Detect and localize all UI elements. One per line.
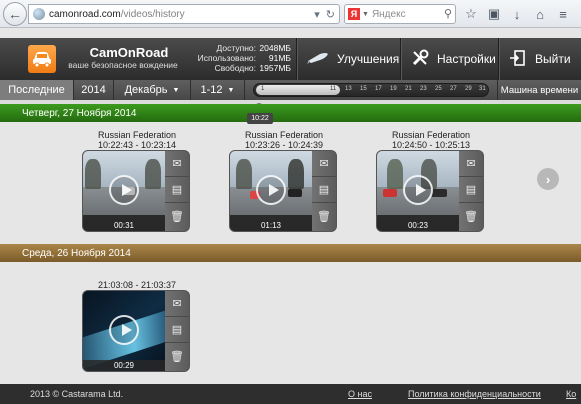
video-time-range: 10:22:43 - 10:23:14 <box>97 140 177 150</box>
video-thumbnail[interactable]: 00:31 <box>83 151 165 231</box>
address-bar[interactable]: camonroad.com/videos/history ▾ ↻ <box>28 4 340 24</box>
save-icon[interactable]: ▤ <box>459 177 483 203</box>
search-box[interactable]: Я ▼ Яндекс ⚲ <box>344 4 456 24</box>
email-icon[interactable]: ✉ <box>165 291 189 317</box>
browser-toolbar: ← camonroad.com/videos/history ▾ ↻ Я ▼ Я… <box>0 0 581 28</box>
play-icon[interactable] <box>109 315 139 345</box>
video-time-range: 10:24:50 - 10:25:13 <box>391 140 471 150</box>
save-icon[interactable]: ▤ <box>165 177 189 203</box>
yandex-icon: Я <box>348 8 360 20</box>
dropdown-icon[interactable]: ▾ <box>314 8 320 21</box>
trash-icon[interactable]: 🗑 <box>459 203 483 229</box>
car-logo-icon[interactable] <box>28 45 56 73</box>
reload-icon[interactable]: ↻ <box>326 8 335 21</box>
video-location: Russian Federation <box>391 130 471 140</box>
play-icon[interactable] <box>109 175 139 205</box>
globe-icon <box>33 8 45 20</box>
menu-icon[interactable]: ≡ <box>554 5 572 23</box>
day-slider-selection[interactable] <box>256 85 340 95</box>
tools-icon <box>411 49 429 70</box>
brand-name[interactable]: CamOnRoad <box>69 45 189 60</box>
video-thumbnail[interactable]: 00:23 <box>377 151 459 231</box>
door-exit-icon <box>509 49 527 70</box>
search-engine-dropdown-icon[interactable]: ▼ <box>362 11 369 18</box>
video-frame: 01:13 ✉ ▤ 🗑 <box>229 150 337 232</box>
brand-tagline: ваше безопасное вождение <box>68 60 178 70</box>
back-button[interactable]: ← <box>3 2 27 26</box>
play-icon[interactable] <box>403 175 433 205</box>
video-frame: 00:29 ✉ ▤ 🗑 <box>82 290 190 372</box>
footer: 2013 © Castarama Ltd. О нас Политика кон… <box>0 384 581 404</box>
url-text: camonroad.com/videos/history <box>49 8 185 20</box>
home-icon[interactable]: ⌂ <box>531 5 549 23</box>
day-slider[interactable]: 1 11 13 15 17 19 21 23 25 27 29 31 <box>253 83 489 97</box>
video-time-range: 21:03:08 - 21:03:37 <box>97 280 177 290</box>
trash-icon[interactable]: 🗑 <box>165 203 189 229</box>
email-icon[interactable]: ✉ <box>165 151 189 177</box>
time-label: 10:22 <box>247 113 273 124</box>
next-arrow-button[interactable]: › <box>537 168 559 190</box>
filter-bar: Последние 2014 Декабрь ▼ 1-12 ▼ 1 11 13 15… <box>0 80 581 100</box>
day-header-wednesday: Среда, 26 Ноября 2014 <box>0 244 581 262</box>
video-location: Russian Federation <box>244 130 324 140</box>
day-range-selector[interactable]: 1-12 ▼ <box>191 80 245 100</box>
video-actions: ✉ ▤ 🗑 <box>165 151 189 231</box>
video-actions: ✉ ▤ 🗑 <box>165 291 189 371</box>
upgrades-button[interactable]: Улучшения <box>296 38 400 80</box>
storage-stats: Доступно: 2048МБ Использовано: 91МБ Свобод… <box>197 43 291 73</box>
time-machine-button[interactable]: Машина времени <box>497 80 581 100</box>
video-thumbnail[interactable]: 00:29 <box>83 291 165 371</box>
video-frame: 00:23 ✉ ▤ 🗑 <box>376 150 484 232</box>
contacts-link[interactable]: Ко <box>566 389 576 399</box>
video-location: Russian Federation <box>97 130 177 140</box>
caret-down-icon: ▼ <box>227 86 235 94</box>
video-duration: 01:13 <box>230 220 312 231</box>
month-selector[interactable]: Декабрь ▼ <box>114 80 191 100</box>
copyright: 2013 © Castarama Ltd. <box>30 389 124 399</box>
rocket-icon <box>307 52 329 67</box>
video-thumbnail[interactable]: 01:13 <box>230 151 312 231</box>
save-icon[interactable]: ▤ <box>312 177 336 203</box>
logout-button[interactable]: Выйти <box>498 38 581 80</box>
video-actions: ✉ ▤ 🗑 <box>312 151 336 231</box>
video-duration: 00:23 <box>377 220 459 231</box>
caret-down-icon: ▼ <box>172 86 180 94</box>
video-actions: ✉ ▤ 🗑 <box>459 151 483 231</box>
video-frame: 00:31 ✉ ▤ 🗑 <box>82 150 190 232</box>
search-placeholder: Яндекс <box>371 8 406 20</box>
download-icon[interactable]: ↓ <box>508 5 526 23</box>
about-link[interactable]: О нас <box>348 389 372 399</box>
site-header: CamOnRoad ваше безопасное вождение Досту… <box>0 38 581 80</box>
settings-button[interactable]: Настройки <box>400 38 498 80</box>
save-icon[interactable]: ▤ <box>165 317 189 343</box>
play-icon[interactable] <box>256 175 286 205</box>
video-time-range: 10:23:26 - 10:24:39 <box>244 140 324 150</box>
email-icon[interactable]: ✉ <box>459 151 483 177</box>
privacy-link[interactable]: Политика конфиденциальности <box>408 389 541 399</box>
trash-icon[interactable]: 🗑 <box>312 203 336 229</box>
search-icon[interactable]: ⚲ <box>444 7 452 20</box>
trash-icon[interactable]: 🗑 <box>165 343 189 369</box>
tab-recent[interactable]: Последние <box>0 80 74 100</box>
bookmarks-icon[interactable]: ▣ <box>485 5 503 23</box>
star-icon[interactable]: ☆ <box>462 5 480 23</box>
day-header-thursday: Четверг, 27 Ноября 2014 <box>0 104 581 122</box>
year-selector[interactable]: 2014 <box>74 80 114 100</box>
video-duration: 00:29 <box>83 360 165 371</box>
chevron-right-icon: › <box>545 171 551 187</box>
video-duration: 00:31 <box>83 220 165 231</box>
arrow-left-icon: ← <box>8 6 22 22</box>
email-icon[interactable]: ✉ <box>312 151 336 177</box>
